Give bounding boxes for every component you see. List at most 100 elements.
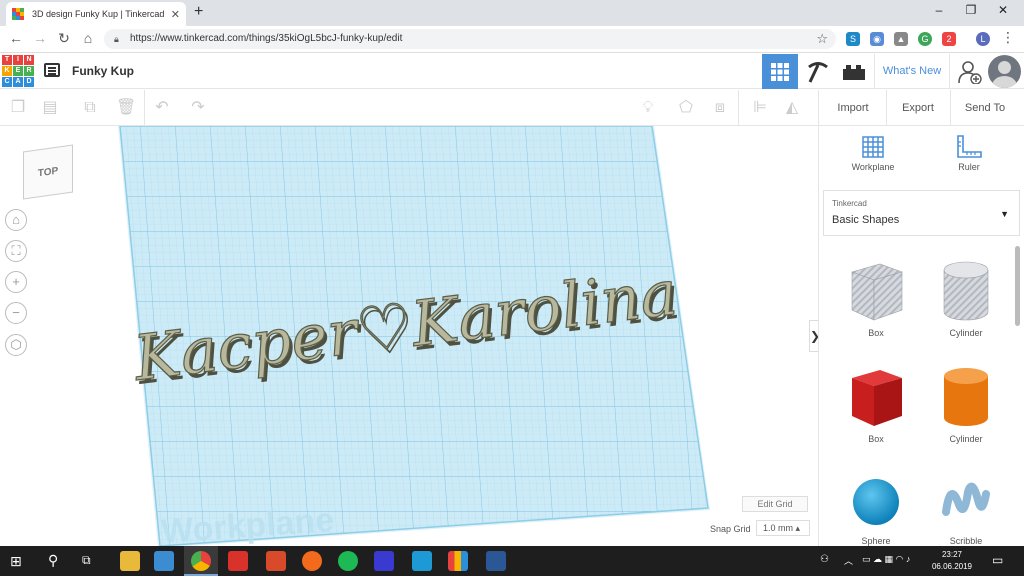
extension-s-icon[interactable]: S: [846, 32, 860, 46]
duplicate-icon[interactable]: ⧉: [80, 98, 100, 118]
shape-cylinder[interactable]: Cylinder: [931, 364, 1001, 444]
shapes-panel: Workplane Ruler Tinkercad Basic Shapes ▼…: [818, 126, 1024, 546]
shape-box[interactable]: Box: [841, 364, 911, 444]
extension-grammarly-icon[interactable]: G: [918, 32, 932, 46]
shape-box-hole[interactable]: Box: [841, 258, 911, 338]
user-avatar[interactable]: [988, 55, 1021, 88]
notifications-icon[interactable]: ▭: [992, 553, 1003, 567]
pickaxe-icon[interactable]: [806, 60, 830, 84]
bricks-icon[interactable]: [842, 63, 866, 81]
browser-toolbar: ← → ↻ ⌂ 🔒︎ https://www.tinkercad.com/thi…: [0, 26, 1024, 53]
ungroup-icon[interactable]: ⧈: [710, 98, 730, 118]
spotify-icon[interactable]: [338, 551, 358, 571]
align-icon[interactable]: ⊫: [750, 98, 770, 118]
windows-taskbar: ⊞ ⚲ ⧉ ⚇ ︿ ▭ ☁ ▦ ◠ ♪ 23:27 06.06.2019 ▭: [0, 546, 1024, 576]
fit-view-icon[interactable]: ⛶: [5, 240, 27, 262]
taskbar-date: 06.06.2019: [931, 562, 973, 571]
export-button[interactable]: Export: [892, 95, 944, 121]
whats-new-link[interactable]: What's New: [874, 54, 950, 89]
zoom-out-icon[interactable]: −: [5, 302, 27, 324]
system-tray-icons[interactable]: ▭ ☁ ▦ ◠ ♪: [862, 554, 910, 565]
send-to-button[interactable]: Send To: [956, 95, 1014, 121]
chrome-icon[interactable]: [191, 551, 211, 571]
word-icon[interactable]: [486, 551, 506, 571]
undo-icon[interactable]: ↶: [152, 98, 172, 118]
mirror-icon[interactable]: ◭: [782, 98, 802, 118]
back-arrow-icon[interactable]: ←: [6, 30, 26, 46]
shape-cylinder-hole[interactable]: Cylinder: [931, 258, 1001, 338]
people-icon[interactable]: ⚇: [820, 554, 829, 565]
workplane-grid[interactable]: Workplane Kacper♡Karolina Kacper♡Karolin…: [0, 126, 818, 546]
design-title[interactable]: Funky Kup: [72, 64, 134, 78]
copy-icon[interactable]: ❐: [8, 98, 28, 118]
delete-icon[interactable]: 🗑︎: [116, 98, 136, 118]
panel-scrollbar[interactable]: [1015, 246, 1020, 326]
firefox-icon[interactable]: [302, 551, 322, 571]
3d-view-button[interactable]: [762, 54, 798, 89]
edit-toolbar: ❐ ▤ ⧉ 🗑︎ ↶ ↷ 💡︎ ⬠ ⧈ ⊫ ◭ Import Export Se…: [0, 90, 1024, 126]
tinkercad-logo[interactable]: T I N K E R C A D: [2, 55, 34, 87]
design-menu-icon[interactable]: [44, 63, 60, 77]
forward-arrow-icon[interactable]: →: [30, 30, 50, 46]
logo-letter: R: [24, 66, 34, 76]
taskbar-clock[interactable]: 23:27 06.06.2019: [930, 549, 974, 573]
tinkercad-app-icon[interactable]: [448, 551, 468, 571]
extension-drive-icon[interactable]: ▲: [894, 32, 908, 46]
show-hidden-icons-chevron-icon[interactable]: ︿: [844, 554, 853, 567]
logo-letter: I: [13, 55, 23, 65]
home-view-icon[interactable]: ⌂: [5, 209, 27, 231]
extension-badge-icon[interactable]: 2: [942, 32, 956, 46]
c-app-icon[interactable]: [412, 551, 432, 571]
paste-icon[interactable]: ▤: [40, 98, 60, 118]
browser-tab-title: 3D design Funky Kup | Tinkercad: [32, 9, 165, 19]
shape-label: Cylinder: [949, 328, 983, 338]
library-source-label: Tinkercad: [832, 199, 867, 208]
import-button[interactable]: Import: [826, 95, 880, 121]
logo-letter: K: [2, 66, 12, 76]
browser-tab[interactable]: 3D design Funky Kup | Tinkercad ✕: [6, 2, 186, 26]
shape-library-select[interactable]: Tinkercad Basic Shapes ▼: [823, 190, 1020, 236]
acrobat-icon[interactable]: [228, 551, 248, 571]
floppy-app-icon[interactable]: [374, 551, 394, 571]
minimize-window-button[interactable]: –: [924, 3, 954, 17]
photos-app-icon[interactable]: [154, 551, 174, 571]
box-icon: [852, 370, 902, 426]
address-bar[interactable]: 🔒︎ https://www.tinkercad.com/things/35ki…: [104, 29, 836, 49]
new-tab-button[interactable]: +: [194, 3, 203, 21]
search-icon[interactable]: ⚲: [48, 552, 58, 569]
url-text: https://www.tinkercad.com/things/35kiOgL…: [130, 33, 403, 44]
redo-icon[interactable]: ↷: [188, 98, 208, 118]
3d-workspace[interactable]: Workplane Kacper♡Karolina Kacper♡Karolin…: [0, 126, 818, 546]
library-name: Basic Shapes: [832, 214, 900, 226]
close-window-button[interactable]: ✕: [988, 3, 1018, 17]
restore-window-button[interactable]: ❐: [956, 3, 986, 17]
workplane-tool[interactable]: Workplane: [843, 134, 903, 172]
panel-toggle-chevron-icon[interactable]: ❯: [809, 320, 818, 352]
bookmark-star-icon[interactable]: ☆: [816, 29, 828, 49]
windows-start-icon[interactable]: ⊞: [10, 553, 22, 570]
file-explorer-icon[interactable]: [120, 551, 140, 571]
task-view-icon[interactable]: ⧉: [82, 553, 91, 568]
snap-grid-select[interactable]: 1.0 mm ▴: [756, 520, 810, 536]
home-icon[interactable]: ⌂: [78, 30, 98, 46]
profile-avatar[interactable]: L: [976, 32, 990, 46]
perspective-icon[interactable]: ⬡: [5, 334, 27, 356]
close-tab-icon[interactable]: ✕: [171, 8, 180, 21]
shape-label: Sphere: [861, 536, 891, 546]
ruler-tool[interactable]: Ruler: [939, 134, 999, 172]
shape-sphere[interactable]: Sphere: [841, 472, 911, 546]
shape-scribble[interactable]: Scribble: [931, 472, 1001, 546]
reload-icon[interactable]: ↻: [54, 30, 74, 47]
view-cube[interactable]: TOP: [23, 144, 73, 200]
shape-label: Scribble: [949, 536, 983, 546]
zoom-in-icon[interactable]: +: [5, 271, 27, 293]
workplane-label: Workplane: [851, 162, 895, 172]
add-user-icon[interactable]: [958, 60, 982, 84]
presentation-app-icon[interactable]: [266, 551, 286, 571]
shape-label: Box: [868, 434, 884, 444]
browser-menu-icon[interactable]: ⋮: [998, 29, 1018, 46]
extension-camera-icon[interactable]: ◉: [870, 32, 884, 46]
group-icon[interactable]: ⬠: [676, 98, 696, 118]
light-bulb-icon[interactable]: 💡︎: [638, 98, 658, 118]
edit-grid-button[interactable]: Edit Grid: [742, 496, 808, 512]
